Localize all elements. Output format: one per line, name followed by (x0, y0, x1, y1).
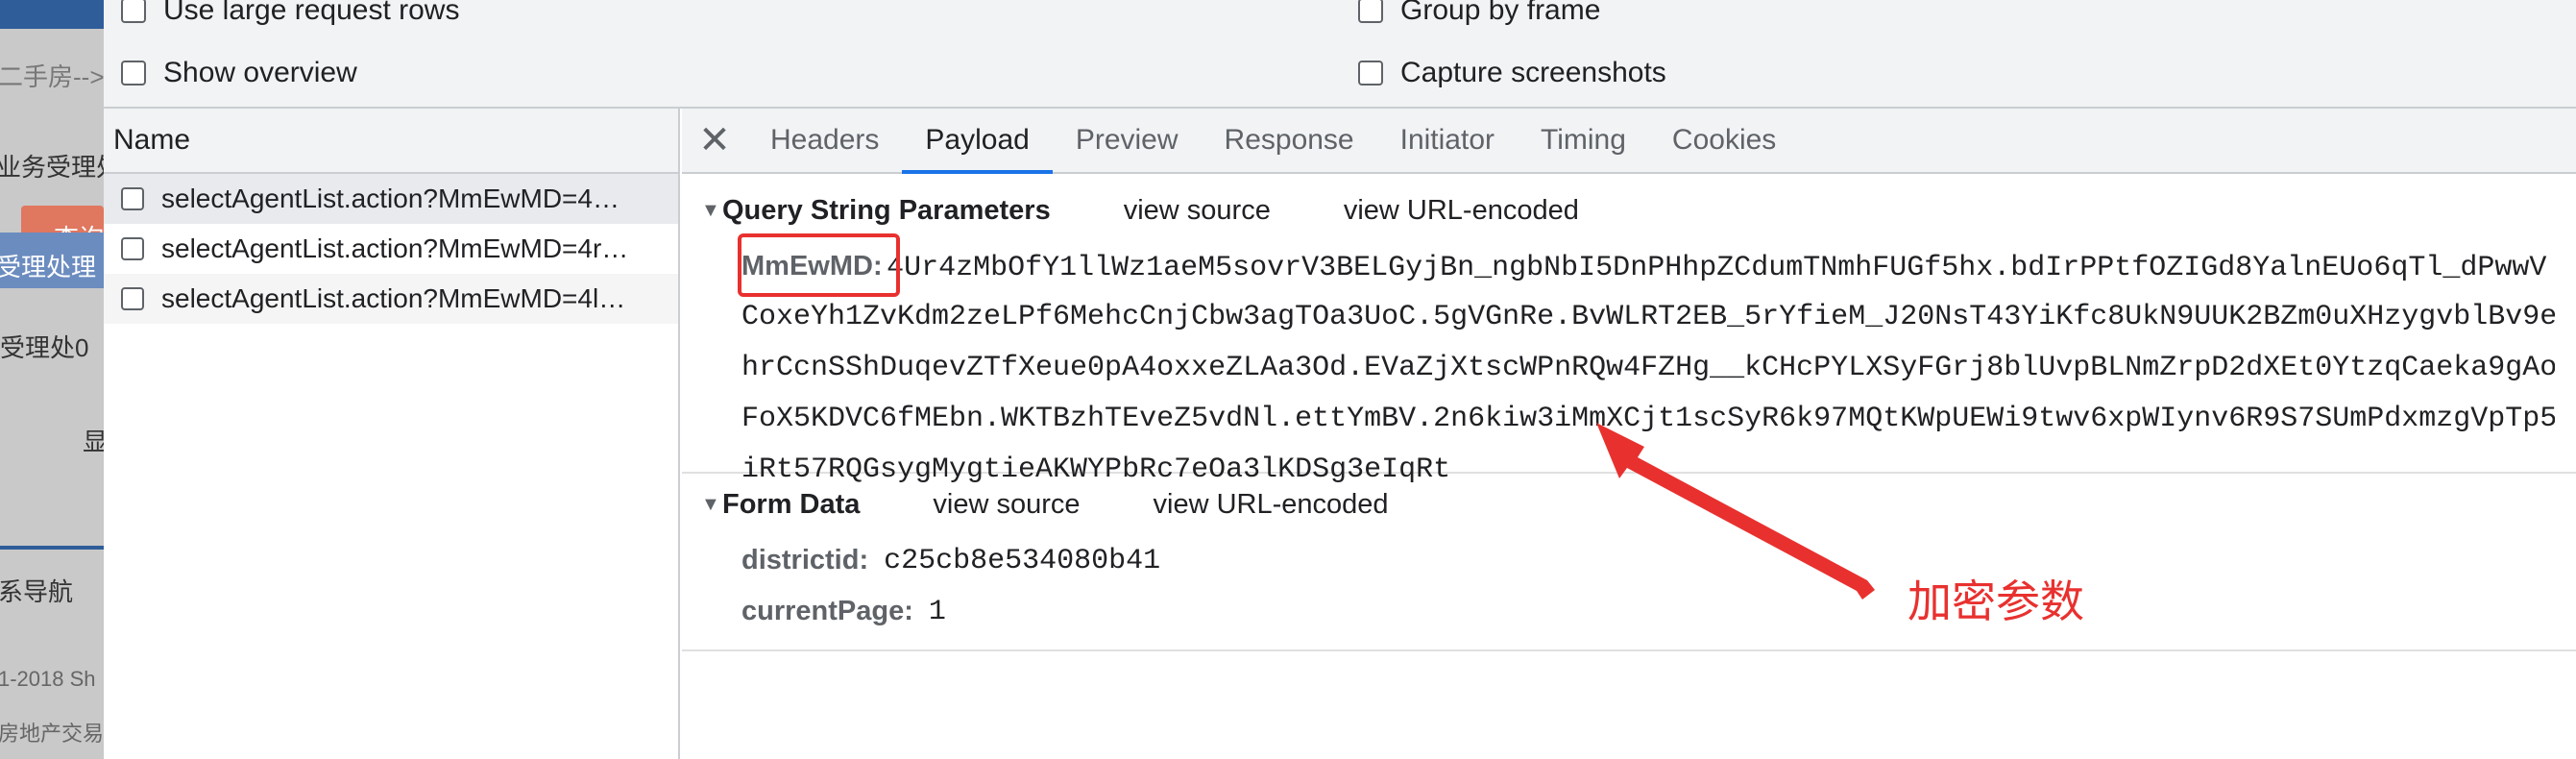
form-field-row: districtid: c25cb8e534080b41 (682, 535, 2576, 586)
section-title: Query String Parameters (722, 194, 1051, 226)
request-details: ✕ Headers Payload Preview Response Initi… (682, 109, 2576, 759)
background-text: 受理处0 (0, 333, 89, 362)
form-data-header[interactable]: ▼ Form Data view source view URL-encoded (682, 481, 2576, 527)
query-param-value: MmEwMD: 4Ur4zMbOfY1llWz1aeM5sovrV3BELGyj… (682, 233, 2555, 496)
request-row[interactable]: selectAgentList.action?MmEwMD=4r… (104, 224, 678, 274)
checkbox-box[interactable] (1358, 61, 1383, 86)
details-tab-bar: ✕ Headers Payload Preview Response Initi… (682, 109, 2576, 174)
background-text: 业务受理处 (0, 153, 104, 182)
triangle-down-icon[interactable]: ▼ (701, 200, 720, 222)
param-value-line: CoxeYh1ZvKdm2zeLPf6MehcCnjCbw3agTOa3UoC.… (741, 301, 2555, 333)
highlight-box (738, 233, 900, 297)
view-url-encoded-link[interactable]: view URL-encoded (1344, 195, 1579, 227)
close-icon[interactable]: ✕ (682, 109, 747, 172)
background-text: 显 (83, 428, 104, 456)
tab-initiator[interactable]: Initiator (1377, 109, 1518, 172)
checkbox-label: Show overview (163, 57, 357, 88)
request-row[interactable]: selectAgentList.action?MmEwMD=4… (104, 174, 678, 224)
triangle-down-icon[interactable]: ▼ (701, 494, 720, 516)
section-title: Form Data (722, 488, 861, 520)
param-value-line: FoX5KDVC6fMEbn.WKTBzhTEveZ5vdNl.ettYmBV.… (741, 403, 2555, 435)
view-source-link[interactable]: view source (933, 489, 1080, 521)
background-text: 受理处理 (0, 253, 97, 282)
checkbox-box[interactable] (121, 237, 144, 260)
form-field-row: currentPage: 1 (682, 586, 2576, 637)
background-text: 二手房--> (0, 62, 104, 91)
checkbox-label: Group by frame (1400, 0, 1601, 26)
capture-screenshots-checkbox[interactable]: Capture screenshots (1358, 57, 1666, 89)
request-row[interactable]: selectAgentList.action?MmEwMD=4l… (104, 274, 678, 324)
devtools-network-panel: Use large request rows Show overview Gro… (104, 0, 2576, 759)
request-name: selectAgentList.action?MmEwMD=4… (161, 184, 620, 213)
background-text: 房地产交易 (0, 722, 104, 746)
tab-payload[interactable]: Payload (902, 109, 1054, 174)
form-data-section: ▼ Form Data view source view URL-encoded… (682, 474, 2576, 651)
background-header-bar (0, 0, 104, 29)
checkbox-box[interactable] (121, 0, 146, 23)
background-text: 1-2018 Sh (0, 667, 96, 691)
view-url-encoded-link[interactable]: view URL-encoded (1154, 489, 1389, 521)
annotation-label: 加密参数 (1908, 575, 2084, 627)
name-header-label: Name (113, 124, 191, 156)
checkbox-box[interactable] (121, 187, 144, 210)
background-page: 二手房--> 业务受理处 查询 受理处理 受理处0 显 系导航 1-2018 S… (0, 0, 104, 759)
name-column-header[interactable]: Name (104, 109, 678, 174)
checkbox-box[interactable] (121, 61, 146, 86)
network-settings-bar: Use large request rows Show overview Gro… (104, 0, 2576, 109)
tab-response[interactable]: Response (1202, 109, 1377, 172)
field-value: c25cb8e534080b41 (884, 544, 1161, 577)
group-by-frame-checkbox[interactable]: Group by frame (1358, 0, 1600, 27)
tab-preview[interactable]: Preview (1053, 109, 1202, 172)
background-text: 系导航 (0, 577, 74, 606)
field-value: 1 (928, 595, 946, 628)
field-key: currentPage: (741, 596, 913, 626)
view-source-link[interactable]: view source (1124, 195, 1271, 227)
checkbox-label: Use large request rows (163, 0, 460, 26)
param-value-line: 4Ur4zMbOfY1llWz1aeM5sovrV3BELGyjBn_ngbNb… (887, 252, 2547, 284)
checkbox-box[interactable] (1358, 0, 1383, 23)
checkbox-label: Capture screenshots (1400, 57, 1666, 88)
query-string-section: ▼ Query String Parameters view source vi… (682, 174, 2576, 486)
param-value-line: hrCcnSShDuqevZTfXeue0pA4oxxeZLAa3Od.EVaZ… (741, 352, 2555, 384)
field-key: districtid: (741, 545, 869, 575)
query-string-header[interactable]: ▼ Query String Parameters view source vi… (682, 187, 2576, 233)
tab-timing[interactable]: Timing (1518, 109, 1649, 172)
request-list: Name selectAgentList.action?MmEwMD=4… se… (104, 109, 680, 759)
tab-headers[interactable]: Headers (747, 109, 902, 172)
use-large-rows-checkbox[interactable]: Use large request rows (121, 0, 459, 27)
request-name: selectAgentList.action?MmEwMD=4r… (161, 233, 629, 263)
tab-cookies[interactable]: Cookies (1649, 109, 1799, 172)
background-divider (0, 546, 104, 550)
request-name: selectAgentList.action?MmEwMD=4l… (161, 283, 626, 313)
show-overview-checkbox[interactable]: Show overview (121, 57, 357, 89)
checkbox-box[interactable] (121, 287, 144, 310)
